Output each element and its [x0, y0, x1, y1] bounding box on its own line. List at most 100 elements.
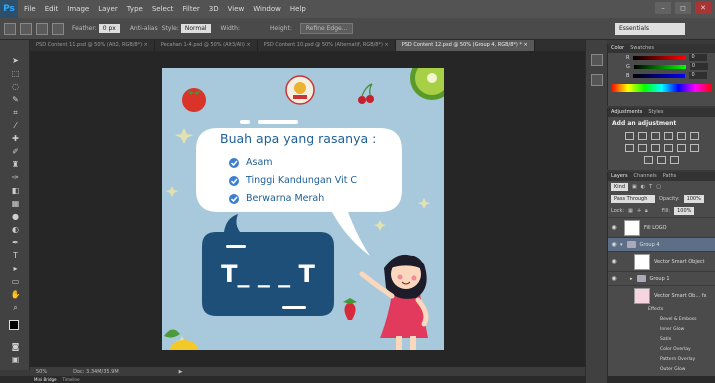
zoom-tool-icon[interactable]: ⌕	[10, 303, 21, 312]
selective-color-icon[interactable]	[670, 156, 679, 164]
red-slider[interactable]	[633, 55, 686, 60]
effect-inner-glow[interactable]: Inner Glow	[608, 325, 715, 335]
quick-mask-icon[interactable]: ◙	[10, 342, 21, 351]
lasso-tool-icon[interactable]: ◌	[10, 82, 21, 91]
brush-tool-icon[interactable]: ✐	[10, 147, 21, 156]
color-balance-icon[interactable]	[624, 144, 634, 152]
pen-tool-icon[interactable]: ✒	[10, 238, 21, 247]
menu-type[interactable]: Type	[127, 5, 143, 13]
lock-position-icon[interactable]: ✛	[637, 208, 641, 214]
color-spectrum[interactable]	[611, 84, 712, 92]
effect-outer-glow[interactable]: Outer Glow	[608, 365, 715, 375]
exposure-icon[interactable]	[663, 132, 673, 140]
green-slider[interactable]	[633, 64, 686, 69]
marquee-tool-icon[interactable]: ⬚	[10, 69, 21, 78]
photo-filter-icon[interactable]	[650, 144, 660, 152]
move-tool-icon[interactable]: ➤	[10, 56, 21, 65]
workspace-select[interactable]: Essentials	[615, 23, 685, 35]
visibility-eye-icon[interactable]: ◉	[608, 258, 620, 265]
dodge-tool-icon[interactable]: ◐	[10, 225, 21, 234]
effect-pattern-overlay[interactable]: Pattern Overlay	[608, 355, 715, 365]
tab-adjustments[interactable]: Adjustments	[611, 108, 642, 117]
tab-psd-content-11[interactable]: PSD Content 11.psd @ 50% (Alt2, RGB/8*) …	[30, 40, 155, 51]
invert-icon[interactable]	[676, 144, 686, 152]
maximize-button[interactable]: ◻	[675, 2, 691, 14]
marquee-tool-icon[interactable]	[4, 22, 16, 35]
layer-row[interactable]: ◉ ▸ Group 1	[608, 271, 715, 285]
expand-arrow-icon[interactable]: ▾	[620, 242, 623, 248]
menu-view[interactable]: View	[228, 5, 245, 13]
gradient-tool-icon[interactable]: ▦	[10, 199, 21, 208]
layer-row[interactable]: Vector Smart Ob... fx	[608, 285, 715, 305]
curves-icon[interactable]	[650, 132, 660, 140]
type-tool-icon[interactable]: T	[10, 251, 21, 260]
layer-row[interactable]: ◉ Fill LOGO	[608, 217, 715, 237]
tab-psd-content-10[interactable]: PSD Content 10.psd @ 50% (Alternatif, RG…	[258, 40, 396, 51]
menu-edit[interactable]: Edit	[45, 5, 59, 13]
tab-psd-content-12[interactable]: PSD Content 12.psd @ 50% (Group 4, RGB/8…	[395, 40, 535, 51]
blend-mode-select[interactable]: Pass Through	[611, 195, 655, 203]
menu-file[interactable]: File	[24, 5, 36, 13]
menu-3d[interactable]: 3D	[209, 5, 219, 13]
new-selection-icon[interactable]	[20, 22, 32, 35]
red-value[interactable]: 0	[689, 54, 708, 61]
tab-channels[interactable]: Channels	[634, 172, 657, 181]
feather-input[interactable]: 0 px	[98, 24, 120, 33]
anti-alias-checkbox[interactable]: Anti-alias	[130, 25, 158, 32]
refine-edge-button[interactable]: Refine Edge...	[299, 23, 354, 34]
tab-swatches[interactable]: Swatches	[630, 44, 654, 53]
blue-value[interactable]: 0	[689, 72, 708, 79]
hue-saturation-icon[interactable]	[689, 132, 699, 140]
vibrance-icon[interactable]	[676, 132, 686, 140]
effect-satin[interactable]: Satin	[608, 335, 715, 345]
close-button[interactable]: ✕	[695, 2, 711, 14]
effect-bevel-emboss[interactable]: Bevel & Emboss	[608, 315, 715, 325]
filter-shape-icon[interactable]: ▢	[656, 184, 661, 190]
blur-tool-icon[interactable]: ●	[10, 212, 21, 221]
quick-select-tool-icon[interactable]: ✎	[10, 95, 21, 104]
effect-color-overlay[interactable]: Color Overlay	[608, 345, 715, 355]
menu-filter[interactable]: Filter	[182, 5, 199, 13]
shape-tool-icon[interactable]: ▭	[10, 277, 21, 286]
opacity-input[interactable]: 100%	[683, 195, 704, 203]
status-arrow-icon[interactable]: ▶	[179, 369, 183, 375]
lock-pixels-icon[interactable]: ▦	[628, 208, 633, 214]
doc-size[interactable]: Doc: 3.34M/35.9M	[73, 369, 119, 375]
tab-paths[interactable]: Paths	[663, 172, 677, 181]
visibility-eye-icon[interactable]: ◉	[608, 241, 620, 248]
tab-pecahan[interactable]: Pecahan 1-4.psd @ 50% (Alt3/Ali) ×	[155, 40, 258, 51]
layer-row[interactable]: ◉ Vector Smart Object	[608, 251, 715, 271]
tab-mini-bridge[interactable]: Mini Bridge	[34, 376, 57, 383]
menu-image[interactable]: Image	[67, 5, 89, 13]
threshold-icon[interactable]	[644, 156, 653, 164]
effects-header[interactable]: Effects	[608, 305, 715, 315]
visibility-eye-icon[interactable]: ◉	[608, 224, 620, 231]
canvas-area[interactable]: Buah apa yang rasanya : Asam Tinggi Kand…	[30, 51, 585, 367]
filter-type-icon[interactable]: T	[649, 184, 652, 190]
minimize-button[interactable]: –	[655, 2, 671, 14]
eraser-tool-icon[interactable]: ◧	[10, 186, 21, 195]
menu-layer[interactable]: Layer	[98, 5, 118, 13]
fill-input[interactable]: 100%	[674, 207, 695, 215]
filter-pixel-icon[interactable]: ▣	[632, 184, 637, 190]
tab-color[interactable]: Color	[611, 44, 624, 53]
screen-mode-icon[interactable]: ▣	[10, 355, 21, 364]
history-brush-tool-icon[interactable]: ✑	[10, 173, 21, 182]
visibility-eye-icon[interactable]: ◉	[608, 275, 620, 282]
levels-icon[interactable]	[637, 132, 647, 140]
lock-all-icon[interactable]: 🔒︎	[645, 208, 648, 214]
properties-panel-icon[interactable]	[591, 74, 603, 86]
green-value[interactable]: 0	[689, 63, 708, 70]
menu-select[interactable]: Select	[152, 5, 174, 13]
posterize-icon[interactable]	[689, 144, 699, 152]
path-select-tool-icon[interactable]: ▸	[10, 264, 21, 273]
blue-slider[interactable]	[633, 73, 686, 78]
crop-tool-icon[interactable]: ⌗	[10, 108, 21, 117]
healing-brush-tool-icon[interactable]: ✚	[10, 134, 21, 143]
hand-tool-icon[interactable]: ✋	[10, 290, 21, 299]
tab-timeline[interactable]: Timeline	[63, 376, 80, 383]
brightness-icon[interactable]	[624, 132, 634, 140]
gradient-map-icon[interactable]	[657, 156, 666, 164]
layer-row[interactable]: ◉ ▾ Group 4	[608, 237, 715, 251]
collapse-arrow-icon[interactable]: ▸	[630, 276, 633, 282]
